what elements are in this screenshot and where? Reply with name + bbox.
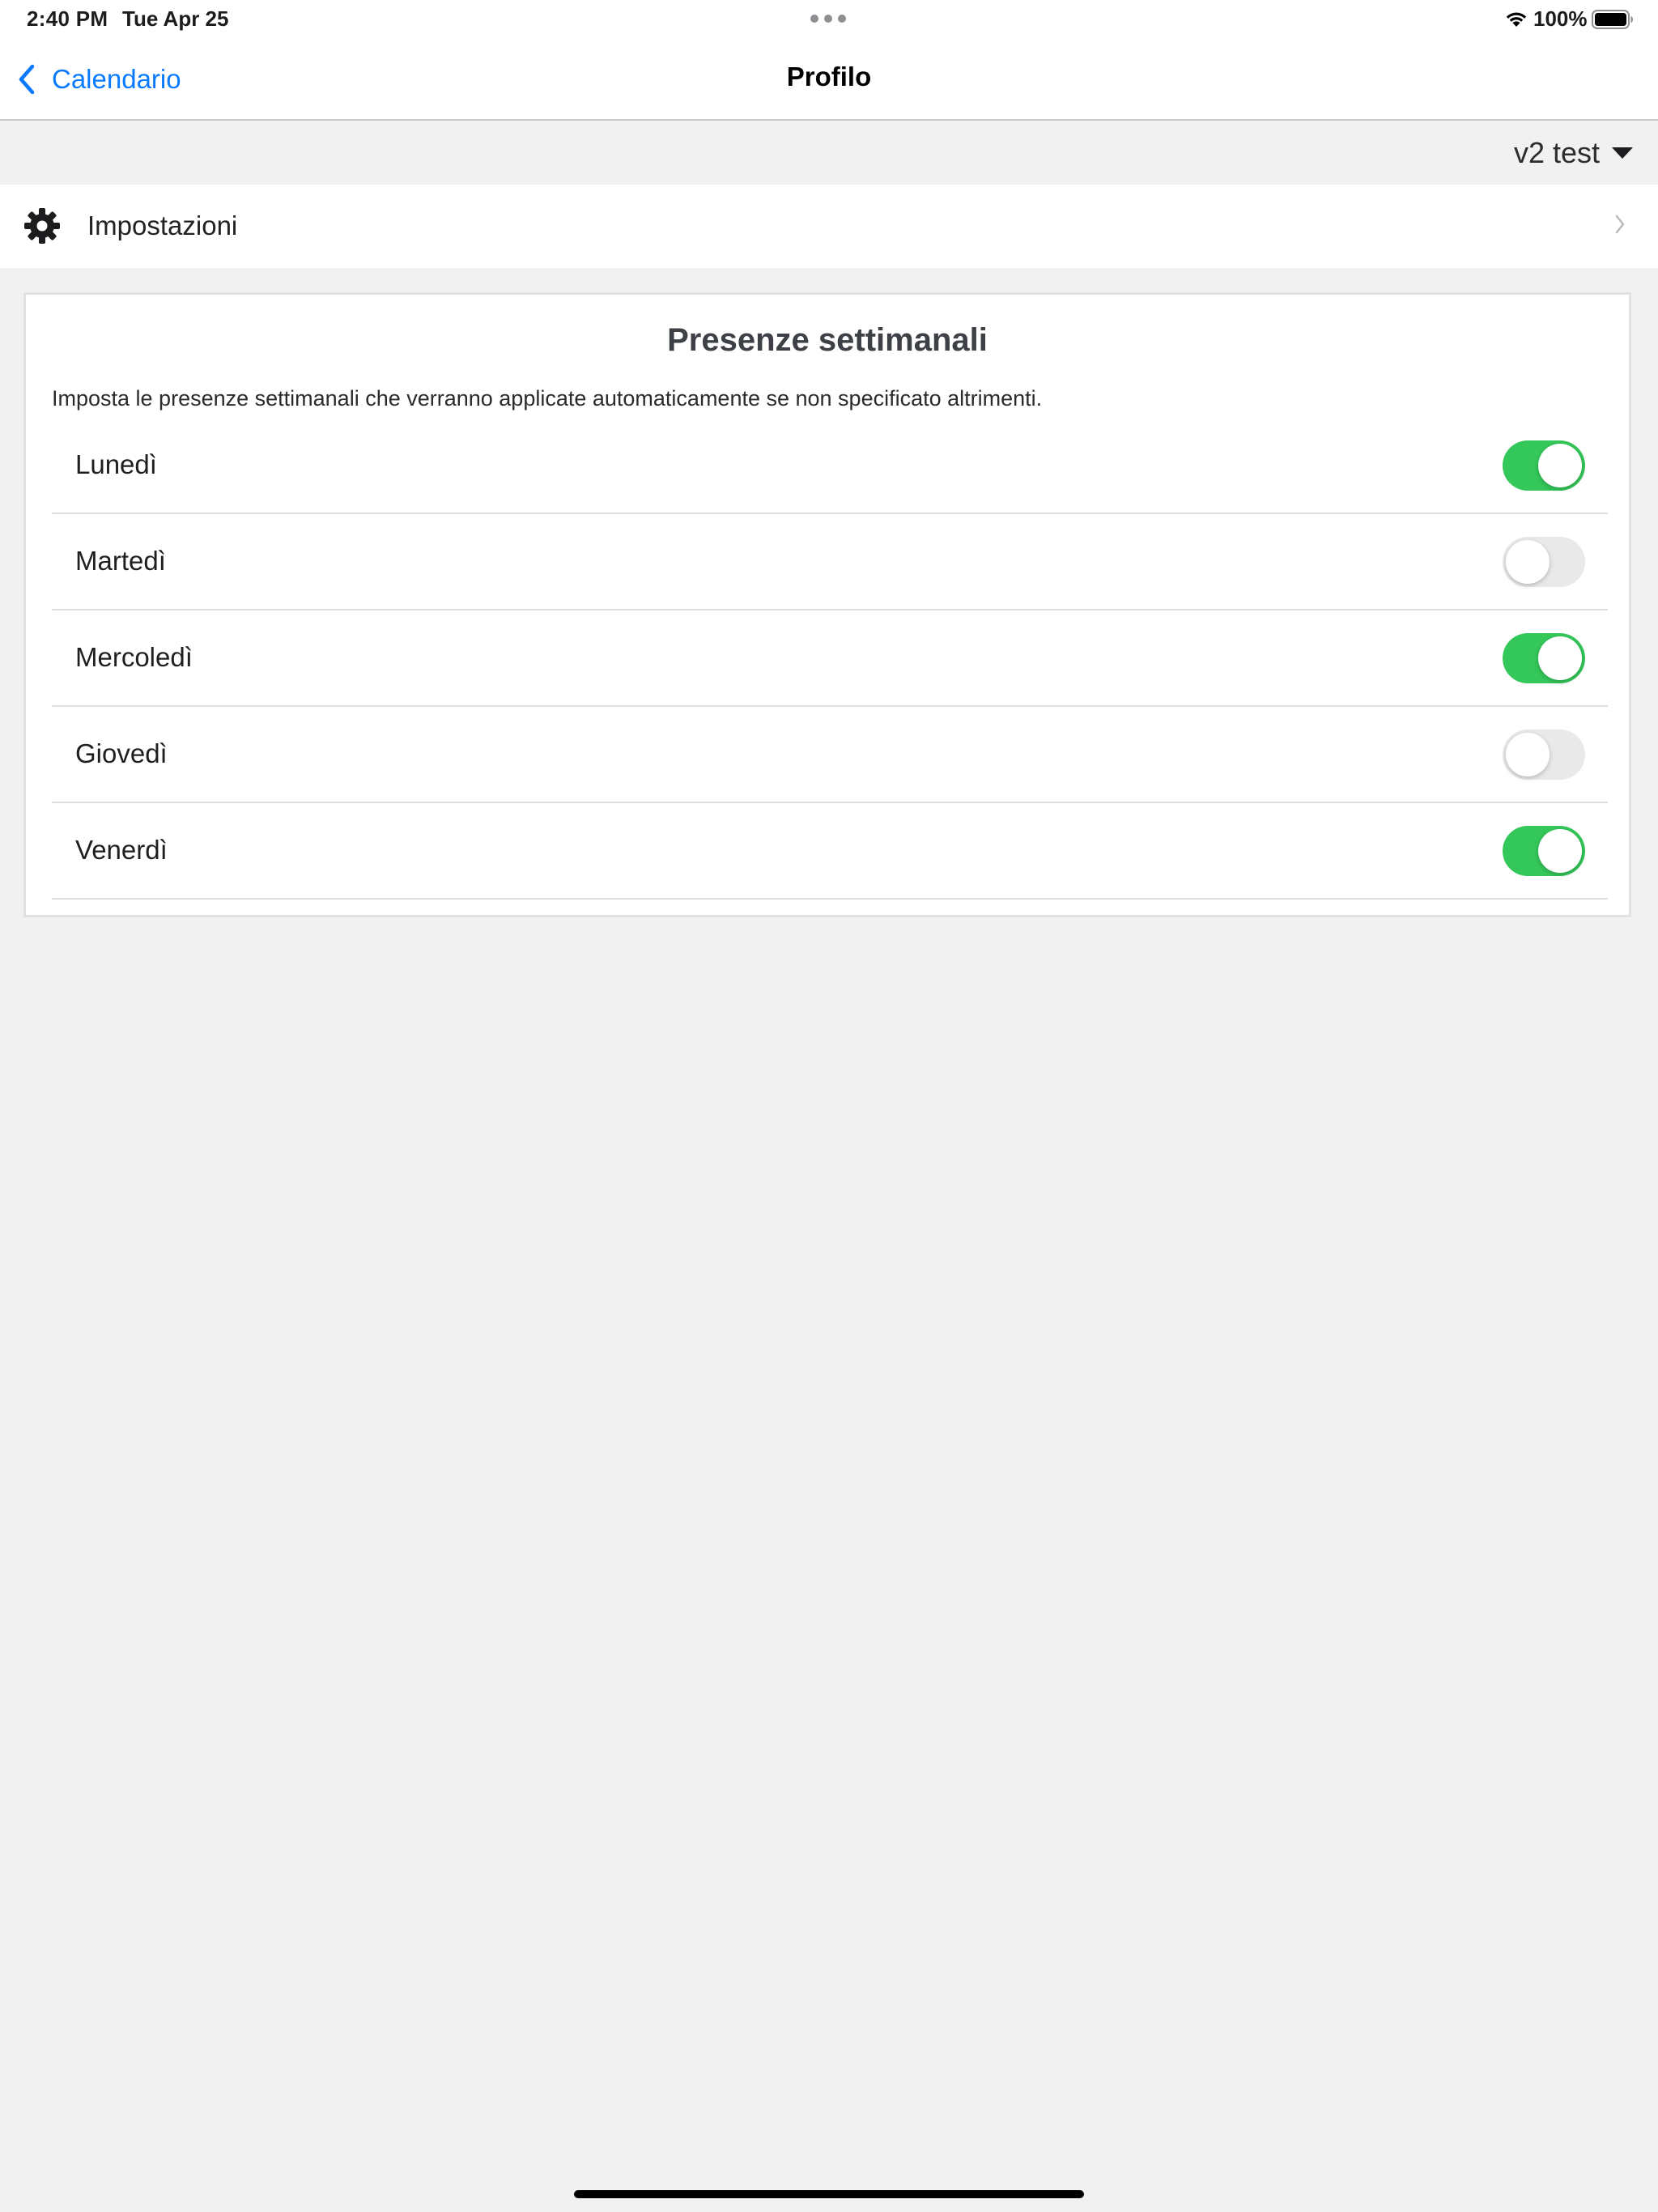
card-title: Presenze settimanali (667, 322, 988, 358)
day-label: Lunedì (75, 449, 157, 479)
status-date: Tue Apr 25 (122, 6, 229, 31)
day-label: Giovedì (75, 738, 168, 768)
gear-icon (24, 208, 60, 244)
weekly-presence-card: Presenze settimanali Imposta le presenze… (23, 292, 1631, 917)
day-label: Mercoledì (75, 642, 193, 672)
day-row-tuesday: Martedì (52, 515, 1608, 610)
chevron-right-icon (1615, 215, 1625, 234)
friday-toggle[interactable] (1503, 826, 1585, 876)
page-title: Profilo (786, 62, 872, 91)
day-row-thursday: Giovedì (52, 708, 1608, 803)
status-time: 2:40 PM (27, 6, 108, 31)
multitasking-dots-icon[interactable] (810, 15, 846, 23)
thursday-toggle[interactable] (1503, 730, 1585, 780)
tuesday-toggle[interactable] (1503, 537, 1585, 587)
battery-percent: 100% (1533, 6, 1588, 31)
wifi-icon (1506, 12, 1527, 27)
caret-down-icon (1612, 147, 1633, 159)
wednesday-toggle[interactable] (1503, 633, 1585, 683)
day-row-friday: Venerdì (52, 804, 1608, 900)
day-row-monday: Lunedì (52, 419, 1608, 514)
home-indicator[interactable] (574, 2190, 1084, 2198)
account-dropdown[interactable]: v2 test (1514, 136, 1634, 170)
day-row-wednesday: Mercoledì (52, 611, 1608, 707)
settings-row[interactable]: Impostazioni (0, 185, 1658, 268)
account-label: v2 test (1513, 136, 1600, 169)
battery-icon (1592, 10, 1633, 29)
monday-toggle[interactable] (1503, 440, 1585, 491)
day-label: Martedì (75, 546, 166, 576)
day-label: Venerdì (75, 835, 168, 865)
settings-label: Impostazioni (87, 211, 238, 240)
top-bar: 2:40 PM Tue Apr 25 100% Calendario Profi… (0, 0, 1658, 121)
card-description: Imposta le presenze settimanali che verr… (52, 386, 1043, 410)
